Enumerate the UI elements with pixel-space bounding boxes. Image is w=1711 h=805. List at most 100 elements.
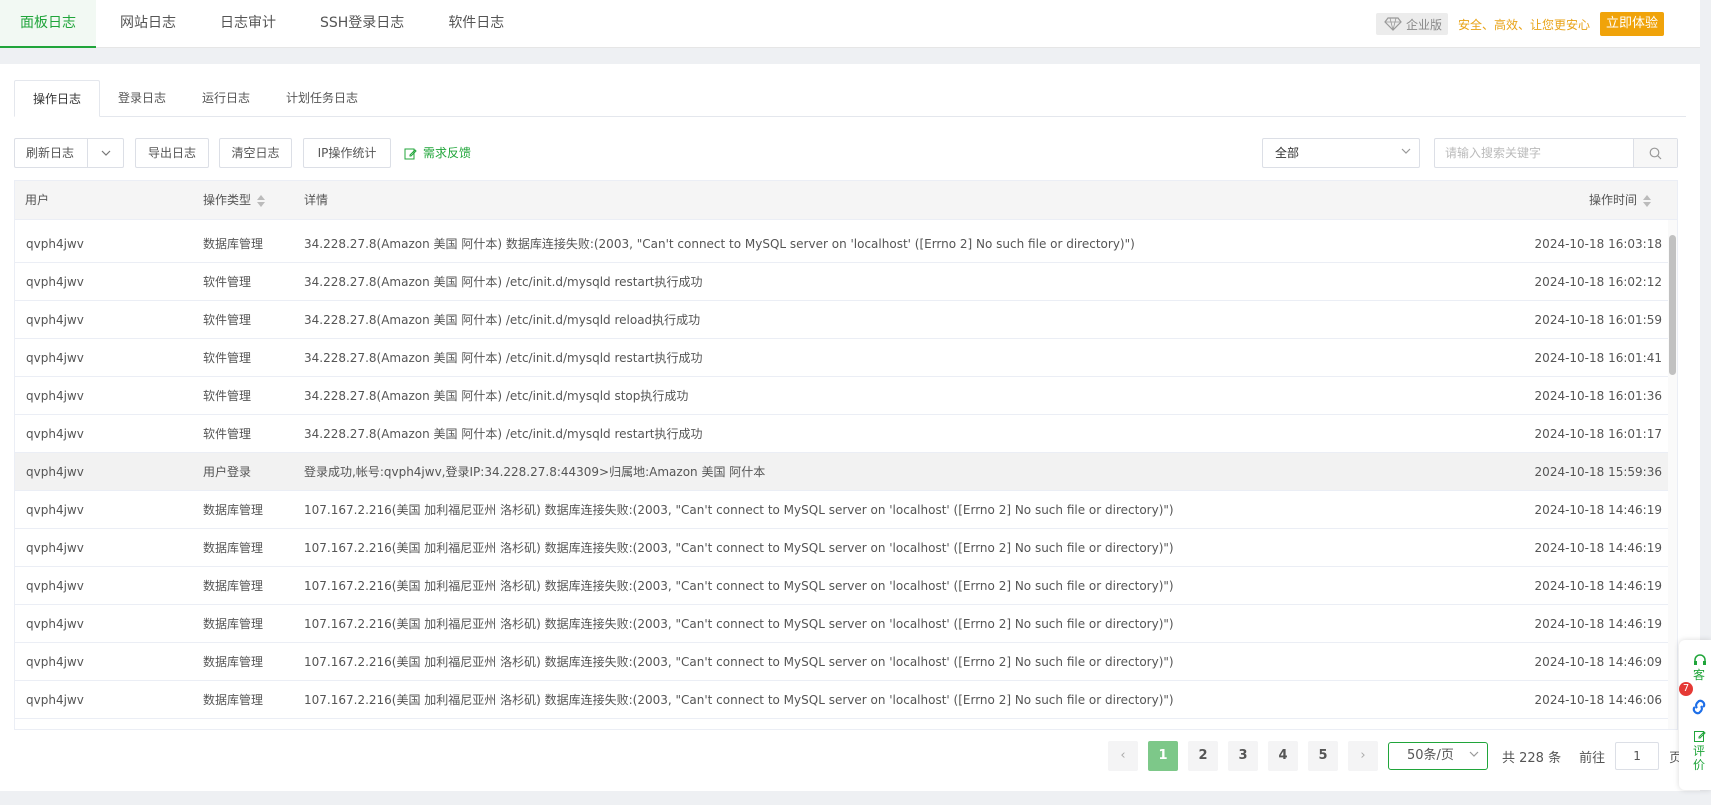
table-row[interactable]: qvph4jwv 数据库管理 107.167.2.216(美国 加利福尼亚州 洛杉矶… [15, 529, 1670, 567]
headset-icon [1694, 654, 1706, 665]
cell-type: 数据库管理 [203, 541, 264, 555]
cell-time: 2024-10-18 16:01:17 [1534, 427, 1662, 441]
cell-detail: 107.167.2.216(美国 加利福尼亚州 洛杉矶) 数据库连接失败:(20… [304, 617, 1174, 631]
tab-log-audit[interactable]: 日志审计 [200, 0, 296, 48]
log-type-value: 全部 [1275, 146, 1300, 160]
cell-user: qvph4jwv [26, 579, 84, 593]
table-row[interactable]: qvph4jwv 数据库管理 107.167.2.216(美国 加利福尼亚州 洛杉矶… [15, 681, 1670, 719]
table-row[interactable]: qvph4jwv 软件管理 34.228.27.8(Amazon 美国 阿什本) /… [15, 339, 1670, 377]
cell-time: 2024-10-18 14:46:06 [1534, 693, 1662, 707]
column-user: 用户 [25, 193, 50, 207]
cell-time: 2024-10-18 14:46:09 [1534, 655, 1662, 669]
chevron-down-icon [1469, 751, 1479, 757]
cell-type: 软件管理 [203, 427, 252, 441]
cell-detail: 34.228.27.8(Amazon 美国 阿什本) /etc/init.d/m… [304, 313, 701, 327]
promo-slogan[interactable]: 安全、高效、让您更安心 [1458, 16, 1590, 33]
log-type-select[interactable]: 全部 [1262, 138, 1420, 168]
subtab-operation-log[interactable]: 操作日志 [14, 80, 101, 117]
cell-user: qvph4jwv [26, 617, 84, 631]
refresh-log-button[interactable]: 刷新日志 [14, 138, 124, 168]
table-row[interactable]: qvph4jwv 数据库管理 107.167.2.216(美国 加利福尼亚州 洛杉矶… [15, 643, 1670, 681]
search-box [1434, 138, 1678, 168]
ip-stats-button[interactable]: IP操作统计 [303, 138, 391, 168]
diamond-icon [1384, 17, 1402, 31]
feedback-label: 需求反馈 [423, 146, 472, 160]
cell-time: 2024-10-18 14:46:19 [1534, 617, 1662, 631]
cell-type: 数据库管理 [203, 617, 264, 631]
export-log-button[interactable]: 导出日志 [135, 138, 209, 168]
cell-detail: 107.167.2.216(美国 加利福尼亚州 洛杉矶) 数据库连接失败:(20… [304, 503, 1174, 517]
next-page-button[interactable]: › [1348, 741, 1378, 771]
tab-site-log[interactable]: 网站日志 [100, 0, 196, 48]
cell-detail: 107.167.2.216(美国 加利福尼亚州 洛杉矶) 数据库连接失败:(20… [304, 541, 1174, 555]
operation-log-table: 用户 操作类型 详情 操作时间 qvph4jwv 数据库管理 34.228.27.8… [14, 180, 1678, 730]
edit-icon [404, 148, 417, 159]
subtab-login-log[interactable]: 登录日志 [100, 80, 184, 117]
page-3-button[interactable]: 3 [1228, 741, 1258, 771]
chevron-down-icon [101, 150, 110, 156]
log-card: 操作日志 登录日志 运行日志 计划任务日志 刷新日志 导出日志 清空日志 IP操… [0, 64, 1700, 791]
table-row[interactable]: qvph4jwv 数据库管理 34.228.27.8(Amazon 美国 阿什本) … [15, 225, 1670, 263]
tab-software-log[interactable]: 软件日志 [428, 0, 524, 48]
table-row[interactable]: qvph4jwv 软件管理 34.228.27.8(Amazon 美国 阿什本) /… [15, 415, 1670, 453]
tab-panel-log[interactable]: 面板日志 [0, 0, 96, 48]
cell-type: 用户登录 [203, 465, 252, 479]
table-scrollbar[interactable] [1668, 220, 1677, 729]
cell-time: 2024-10-18 16:01:41 [1534, 351, 1662, 365]
prev-page-button[interactable]: ‹ [1108, 741, 1138, 771]
table-row[interactable]: qvph4jwv 数据库管理 107.167.2.216(美国 加利福尼亚州 洛杉矶… [15, 567, 1670, 605]
try-now-button[interactable]: 立即体验 [1599, 12, 1664, 36]
edit-icon [1694, 731, 1706, 742]
column-time[interactable]: 操作时间 [1589, 181, 1652, 220]
cell-time: 2024-10-18 14:46:19 [1534, 541, 1662, 555]
tab-ssh-log[interactable]: SSH登录日志 [300, 0, 424, 48]
page-5-button[interactable]: 5 [1308, 741, 1338, 771]
search-icon [1649, 147, 1662, 159]
toolbar: 刷新日志 导出日志 清空日志 IP操作统计 需求反馈 全部 [14, 138, 1678, 168]
table-header: 用户 操作类型 详情 操作时间 [15, 181, 1677, 220]
cell-detail: 107.167.2.216(美国 加利福尼亚州 洛杉矶) 数据库连接失败:(20… [304, 693, 1174, 707]
goto-page-input[interactable] [1615, 742, 1660, 770]
table-row[interactable]: qvph4jwv 软件管理 34.228.27.8(Amazon 美国 阿什本) /… [15, 263, 1670, 301]
subtab-cron-log[interactable]: 计划任务日志 [268, 80, 376, 117]
cell-detail: 107.167.2.216(美国 加利福尼亚州 洛杉矶) 数据库连接失败:(20… [304, 655, 1174, 669]
column-type[interactable]: 操作类型 [203, 181, 266, 220]
search-button[interactable] [1633, 139, 1677, 167]
cell-user: qvph4jwv [26, 275, 84, 289]
page-2-button[interactable]: 2 [1188, 741, 1218, 771]
cell-user: qvph4jwv [26, 237, 84, 251]
cell-time: 2024-10-18 16:02:12 [1534, 275, 1662, 289]
page-size-select[interactable]: 50条/页 [1388, 742, 1488, 770]
clear-log-button[interactable]: 清空日志 [219, 138, 292, 168]
cell-user: qvph4jwv [26, 389, 84, 403]
table-row[interactable]: qvph4jwv 数据库管理 107.167.2.216(美国 加利福尼亚州 洛杉矶… [15, 491, 1670, 529]
sub-tabs: 操作日志 登录日志 运行日志 计划任务日志 [14, 80, 1686, 117]
cell-user: qvph4jwv [26, 693, 84, 707]
column-type-label: 操作类型 [203, 193, 252, 207]
sort-icon[interactable] [1643, 194, 1652, 207]
search-input[interactable] [1435, 139, 1633, 167]
service-label[interactable]: 客 [1693, 668, 1707, 682]
cell-time: 2024-10-18 16:01:59 [1534, 313, 1662, 327]
cell-type: 数据库管理 [203, 655, 264, 669]
cell-user: qvph4jwv [26, 465, 84, 479]
table-row[interactable]: qvph4jwv 软件管理 34.228.27.8(Amazon 美国 阿什本) /… [15, 301, 1670, 339]
table-row[interactable]: qvph4jwv 软件管理 34.228.27.8(Amazon 美国 阿什本) /… [15, 377, 1670, 415]
enterprise-label: 企业版 [1405, 17, 1442, 32]
review-label[interactable]: 评价 [1693, 744, 1707, 772]
refresh-dropdown-toggle[interactable] [87, 139, 123, 167]
page-1-button[interactable]: 1 [1148, 741, 1178, 771]
link-icon[interactable] [1689, 698, 1709, 716]
page-4-button[interactable]: 4 [1268, 741, 1298, 771]
sort-icon[interactable] [257, 194, 266, 207]
cell-user: qvph4jwv [26, 351, 84, 365]
floating-service-widget[interactable]: 客 7 评价 [1679, 640, 1711, 790]
cell-detail: 登录成功,帐号:qvph4jwv,登录IP:34.228.27.8:44309>… [304, 465, 766, 479]
table-row[interactable]: qvph4jwv 数据库管理 107.167.2.216(美国 加利福尼亚州 洛杉矶… [15, 605, 1670, 643]
subtab-run-log[interactable]: 运行日志 [184, 80, 268, 117]
top-nav: 面板日志 网站日志 日志审计 SSH登录日志 软件日志 企业版 安全、高效、让您… [0, 0, 1700, 48]
table-row[interactable]: qvph4jwv 用户登录 登录成功,帐号:qvph4jwv,登录IP:34.228… [15, 453, 1670, 491]
scrollbar-thumb[interactable] [1669, 235, 1676, 375]
feedback-link[interactable]: 需求反馈 [404, 138, 471, 168]
cell-detail: 34.228.27.8(Amazon 美国 阿什本) /etc/init.d/m… [304, 275, 703, 289]
